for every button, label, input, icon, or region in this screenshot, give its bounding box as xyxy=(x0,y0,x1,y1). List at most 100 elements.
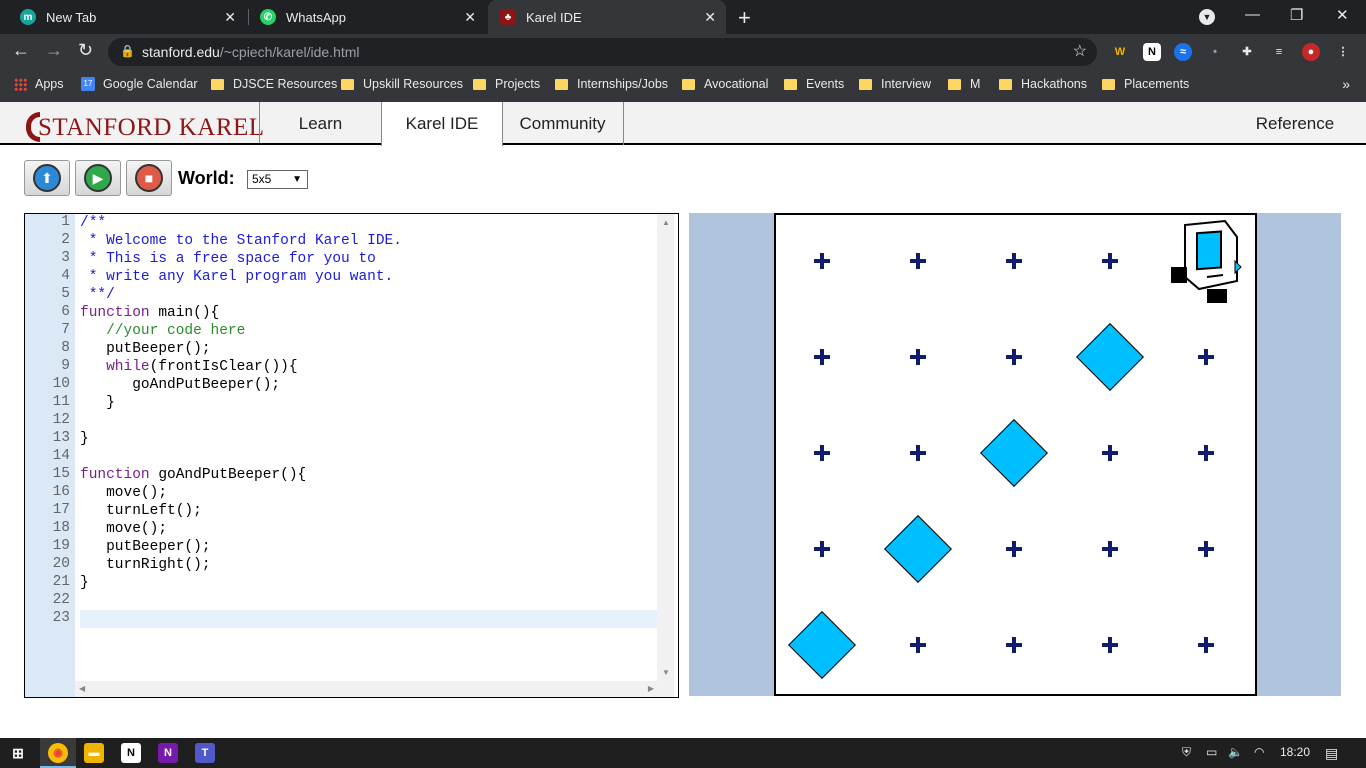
code-line[interactable]: while(frontIsClear()){ xyxy=(80,358,297,376)
vertical-scrollbar[interactable]: ▲ ▼ xyxy=(657,214,674,697)
code-line[interactable]: function goAndPutBeeper(){ xyxy=(80,466,306,484)
bookmark-upskill-resources[interactable]: Upskill Resources xyxy=(341,77,463,91)
close-icon[interactable]: ✕ xyxy=(464,9,476,26)
restore-icon[interactable]: ❐ xyxy=(1290,6,1303,24)
tab-search-chevron-icon[interactable]: ▼ xyxy=(1199,9,1215,25)
folder-icon xyxy=(948,78,961,90)
tab-title: New Tab xyxy=(46,9,97,25)
line-number: 16 xyxy=(52,484,70,500)
bookmark-djsce-resources[interactable]: DJSCE Resources xyxy=(211,77,337,91)
corner-plus-icon xyxy=(1004,251,1024,271)
mic-extension-icon[interactable]: • xyxy=(1206,43,1224,61)
tab-reference[interactable]: Reference xyxy=(1230,102,1360,145)
w-extension-icon[interactable]: W xyxy=(1111,43,1129,61)
code-line[interactable]: turnLeft(); xyxy=(80,502,202,520)
folder-icon xyxy=(555,78,568,90)
code-line[interactable]: //your code here xyxy=(80,322,245,340)
bookmark-avocational[interactable]: Avocational xyxy=(682,77,768,91)
bookmark-label: Events xyxy=(806,77,845,91)
bookmarks-bar: Apps 17 Google Calendar DJSCE Resources U… xyxy=(0,70,1366,102)
wave-extension-icon[interactable]: ≈ xyxy=(1174,43,1192,61)
code-editor[interactable]: 1 2 3 4 5 6 7 8 9 10 11 12 13 14 15 16 17 18 19 20 21 22 23 /*… xyxy=(24,213,679,698)
code-line[interactable]: turnRight(); xyxy=(80,556,210,574)
up-arrow-icon: ⬆ xyxy=(33,164,61,192)
code-line[interactable]: putBeeper(); xyxy=(80,340,210,358)
tab-new-tab[interactable]: m New Tab ✕ xyxy=(8,0,246,34)
stop-button[interactable]: ■ xyxy=(126,160,172,196)
code-line[interactable]: * Welcome to the Stanford Karel IDE. xyxy=(80,232,402,250)
code-line[interactable]: goAndPutBeeper(); xyxy=(80,376,280,394)
volume-icon[interactable]: 🔈 xyxy=(1228,745,1243,759)
shield-icon[interactable]: ⛨ xyxy=(1182,745,1191,760)
bookmark-google-calendar[interactable]: 17 Google Calendar xyxy=(81,77,198,91)
code-line[interactable]: } xyxy=(80,394,115,412)
forward-arrow-icon[interactable]: → xyxy=(45,40,63,61)
beeper-diamond xyxy=(788,611,856,679)
corner-plus-icon xyxy=(1100,251,1120,271)
code-line[interactable]: function main(){ xyxy=(80,304,219,322)
window-close-icon[interactable]: ✕ xyxy=(1336,6,1349,24)
step-button[interactable]: ⬆ xyxy=(24,160,70,196)
scroll-up-icon[interactable]: ▲ xyxy=(662,218,670,227)
bookmark-interview[interactable]: Interview xyxy=(859,77,931,91)
scroll-left-icon[interactable]: ◀ xyxy=(79,684,85,693)
bookmark-apps[interactable]: Apps xyxy=(14,77,64,91)
new-tab-plus-icon[interactable]: + xyxy=(738,5,751,31)
teams-icon[interactable]: T xyxy=(195,743,215,763)
wifi-icon[interactable]: ◠ xyxy=(1254,745,1264,759)
minimize-icon[interactable]: — xyxy=(1245,6,1260,23)
notion-icon[interactable]: N xyxy=(121,743,141,763)
address-bar[interactable]: 🔒 stanford.edu/~cpiech/karel/ide.html ☆ xyxy=(108,38,1097,66)
code-line[interactable]: putBeeper(); xyxy=(80,538,210,556)
code-line[interactable]: * write any Karel program you want. xyxy=(80,268,394,286)
line-number: 6 xyxy=(61,304,70,320)
close-icon[interactable]: ✕ xyxy=(704,9,716,26)
horizontal-scrollbar[interactable]: ◀ ▶ xyxy=(75,681,658,697)
bookmark-label: Placements xyxy=(1124,77,1190,91)
bookmark-internships-jobs[interactable]: Internships/Jobs xyxy=(555,77,668,91)
code-line[interactable]: * This is a free space for you to xyxy=(80,250,376,268)
bookmark-star-icon[interactable]: ☆ xyxy=(1073,41,1087,61)
notification-icon[interactable]: ▤ xyxy=(1325,745,1338,762)
bookmark-m[interactable]: M xyxy=(948,77,980,91)
code-line[interactable]: **/ xyxy=(80,286,115,304)
beeper-diamond xyxy=(884,515,952,583)
profile-avatar[interactable]: ● xyxy=(1302,43,1320,61)
code-line[interactable]: move(); xyxy=(80,520,167,538)
tab-community[interactable]: Community xyxy=(502,102,624,145)
tab-karel-ide[interactable]: Karel IDE xyxy=(381,102,503,146)
media-queue-icon[interactable]: ≡ xyxy=(1270,43,1288,61)
more-menu-icon[interactable]: ⋮ xyxy=(1334,43,1352,61)
url-path: /~cpiech/karel/ide.html xyxy=(219,44,360,60)
windows-start-icon[interactable]: ⊞ xyxy=(8,743,28,763)
code-line[interactable]: /** xyxy=(80,214,106,232)
bookmark-placements[interactable]: Placements xyxy=(1102,77,1189,91)
code-line[interactable]: } xyxy=(80,430,89,448)
run-button[interactable]: ▶ xyxy=(75,160,121,196)
scroll-down-icon[interactable]: ▼ xyxy=(662,668,670,677)
stanford-karel-logo[interactable]: STANFORD KAREL xyxy=(26,108,265,142)
back-arrow-icon[interactable]: ← xyxy=(12,40,30,61)
folder-icon xyxy=(473,78,486,90)
file-explorer-icon[interactable]: ▬ xyxy=(84,743,104,763)
tab-whatsapp[interactable]: ✆ WhatsApp ✕ xyxy=(248,0,486,34)
onenote-icon[interactable]: N xyxy=(158,743,178,763)
bookmark-projects[interactable]: Projects xyxy=(473,77,540,91)
m-letter-icon: m xyxy=(20,9,36,25)
bookmark-events[interactable]: Events xyxy=(784,77,844,91)
tab-karel-ide[interactable]: ♣ Karel IDE ✕ xyxy=(488,0,726,34)
chrome-icon[interactable]: ◉ xyxy=(48,743,68,763)
scroll-right-icon[interactable]: ▶ xyxy=(648,684,654,693)
world-select[interactable]: 5x5 ▼ xyxy=(247,170,308,189)
notion-extension-icon[interactable]: N xyxy=(1143,43,1161,61)
close-icon[interactable]: ✕ xyxy=(224,9,236,26)
code-line[interactable]: } xyxy=(80,574,89,592)
battery-icon[interactable]: ▭ xyxy=(1206,745,1217,759)
reload-icon[interactable]: ↻ xyxy=(78,40,93,61)
bookmarks-overflow-icon[interactable]: » xyxy=(1342,76,1350,92)
tab-learn[interactable]: Learn xyxy=(260,102,382,145)
clock-time[interactable]: 18:20 xyxy=(1280,745,1310,759)
bookmark-hackathons[interactable]: Hackathons xyxy=(999,77,1087,91)
code-line[interactable]: move(); xyxy=(80,484,167,502)
extensions-puzzle-icon[interactable]: ✚ xyxy=(1238,43,1256,61)
